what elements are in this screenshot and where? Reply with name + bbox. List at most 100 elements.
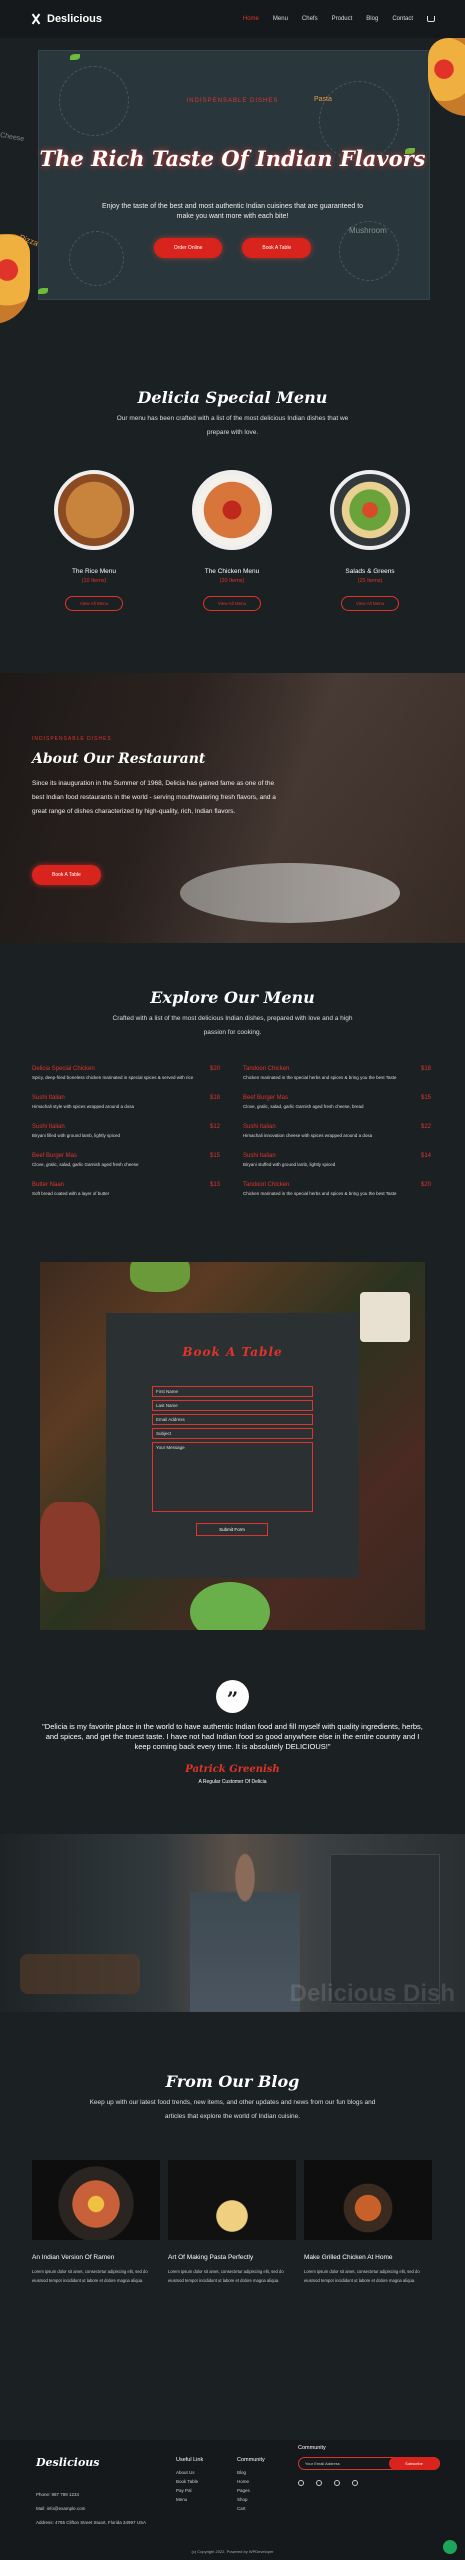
menu-item: Tandoori Chicken $18 Chicken marinated in … <box>243 1066 431 1095</box>
chef-banner: Delicious Dish <box>0 1834 465 2012</box>
dish-name: The Chicken Menu <box>204 568 260 575</box>
nav-product[interactable]: Product <box>332 16 353 22</box>
footer-link[interactable]: Shop <box>237 2497 265 2502</box>
dish-image <box>192 470 272 550</box>
blog-image <box>32 2160 160 2240</box>
main-nav: Home Menu Chefs Product Blog Contact <box>243 16 435 22</box>
menu-item: Delicia Special Chicken $20 Spicy, deep-fr… <box>32 1066 220 1095</box>
subject-input[interactable]: Subject <box>152 1428 313 1439</box>
special-menu-subtitle: Our menu has been crafted with a list of… <box>116 415 349 436</box>
instagram-icon[interactable] <box>316 2480 322 2486</box>
newsletter-email-input[interactable]: Your Email Address Subscribe <box>298 2457 440 2470</box>
dish-count: (25 Items) <box>357 578 383 584</box>
twitter-icon[interactable] <box>334 2480 340 2486</box>
hero-eyebrow: INDISPENSABLE DISHES <box>186 98 279 104</box>
about-text: Since its inauguration in the Summer of … <box>32 780 276 815</box>
footer-link[interactable]: Book Table <box>176 2479 203 2484</box>
order-online-button[interactable]: Order Online <box>153 238 223 258</box>
first-name-input[interactable]: First Name <box>152 1386 313 1397</box>
explore-title: Explore Our Menu <box>150 988 315 1007</box>
footer-link[interactable]: Cart <box>237 2506 265 2511</box>
menu-item-price: $22 <box>420 1124 431 1130</box>
menu-item-name[interactable]: Tandoori Chicken <box>243 1182 289 1188</box>
view-menu-button[interactable]: View All Menu <box>340 596 400 611</box>
footer-link[interactable]: Home <box>237 2479 265 2484</box>
dish-count: (10 Items) <box>81 578 107 584</box>
hero-subtitle: Enjoy the taste of the best and most aut… <box>101 203 364 220</box>
menu-item-price: $20 <box>420 1182 431 1188</box>
menu-item-name[interactable]: Sushi Italian <box>243 1153 276 1159</box>
cart-icon[interactable] <box>427 16 435 22</box>
about-title: About Our Restaurant <box>32 751 206 767</box>
menu-item-description: Clove, gralic, salad, garlic Garnish age… <box>32 1162 139 1167</box>
menu-item-price: $14 <box>420 1153 431 1159</box>
footer-link[interactable]: Blog <box>237 2470 265 2475</box>
about-section: INDISPENSABLE DISHES About Our Restauran… <box>0 673 465 943</box>
hero-actions: Order Online Book A Table <box>0 238 465 258</box>
blog-title: From Our Blog <box>165 2072 300 2091</box>
footer-logo[interactable]: Deslicious <box>36 2456 100 2469</box>
footer-email: Mail: info@example.com <box>36 2506 86 2511</box>
blog-post-title[interactable]: An Indian Version Of Ramen <box>32 2254 160 2261</box>
site-logo[interactable]: Deslicious <box>30 13 102 25</box>
menu-item-name[interactable]: Butter Naan <box>32 1182 64 1188</box>
blog-post-excerpt: Lorem ipsum dolor sit amet, consectetur … <box>304 2269 420 2283</box>
menu-item-name[interactable]: Delicia Special Chicken <box>32 1066 95 1072</box>
hero-title: The Rich Taste Of Indian Flavors <box>39 146 426 171</box>
site-header: Deslicious Home Menu Chefs Product Blog … <box>0 0 465 38</box>
subscribe-button[interactable]: Subscribe <box>389 2457 439 2470</box>
testimonial-name: Patrick Greenish <box>185 1764 280 1775</box>
nav-home[interactable]: Home <box>243 16 259 22</box>
book-table-button[interactable]: Book A Table <box>242 238 312 258</box>
menu-item-description: Himachali style with spices wrapped arou… <box>32 1104 135 1109</box>
menu-item-name[interactable]: Sushi Italian <box>243 1124 276 1130</box>
dish-image <box>330 470 410 550</box>
menu-item-price: $15 <box>420 1095 431 1101</box>
footer-link[interactable]: Pay Pal <box>176 2488 203 2493</box>
menu-item-name[interactable]: Sushi Italian <box>32 1124 65 1130</box>
footer-link[interactable]: Menu <box>176 2497 203 2502</box>
footer-heading: Community <box>237 2457 265 2463</box>
dish-card: The Chicken Menu (20 Items) View All Men… <box>172 470 292 611</box>
menu-item-description: Clove, gralic, salad, garlic Garnish age… <box>243 1104 364 1109</box>
nav-contact[interactable]: Contact <box>392 16 413 22</box>
chat-icon[interactable] <box>443 2540 457 2554</box>
menu-item-name[interactable]: Beef Burger Mas <box>243 1095 288 1101</box>
view-menu-button[interactable]: View All Menu <box>202 596 262 611</box>
chef-image <box>190 1844 300 2012</box>
footer-address: Address: 4765 Clifton Street Stuart, Flo… <box>36 2520 147 2525</box>
menu-item-name[interactable]: Tandoori Chicken <box>243 1066 289 1072</box>
explore-subtitle: Crafted with a list of the most deliciou… <box>112 1015 353 1036</box>
menu-item-name[interactable]: Beef Burger Mas <box>32 1153 77 1159</box>
submit-form-button[interactable]: Submit Form <box>196 1523 268 1536</box>
menu-column-left: Delicia Special Chicken $20 Spicy, deep-fr… <box>32 1066 220 1211</box>
menu-item-name[interactable]: Sushi Italian <box>32 1095 65 1101</box>
blog-card[interactable]: Art Of Making Pasta Perfectly Lorem ipsu… <box>168 2160 296 2285</box>
hero-board: Pasta Mushroom Pizza <box>18 50 430 300</box>
blog-post-title[interactable]: Make Grilled Chicken At Home <box>304 2254 432 2261</box>
blog-card[interactable]: Make Grilled Chicken At Home Lorem ipsum… <box>304 2160 432 2285</box>
nav-blog[interactable]: Blog <box>366 16 378 22</box>
message-textarea[interactable]: Your Message <box>152 1442 313 1512</box>
footer-link[interactable]: About Us <box>176 2470 203 2475</box>
footer-link[interactable]: Pages <box>237 2488 265 2493</box>
cucumber-image <box>190 1582 270 1630</box>
footer-useful-links: Useful Link About Us Book Table Pay Pal … <box>176 2457 203 2506</box>
doodle-label: Mushroom <box>349 226 387 235</box>
dish-count: (20 Items) <box>219 578 245 584</box>
email-input[interactable]: Email Address <box>152 1414 313 1425</box>
blog-post-title[interactable]: Art Of Making Pasta Perfectly <box>168 2254 296 2261</box>
blog-subtitle: Keep up with our latest food trends, new… <box>89 2099 376 2120</box>
nav-menu[interactable]: Menu <box>273 16 288 22</box>
pinterest-icon[interactable] <box>352 2480 358 2486</box>
last-name-input[interactable]: Last Name <box>152 1400 313 1411</box>
menu-item-price: $13 <box>209 1182 220 1188</box>
blog-card[interactable]: An Indian Version Of Ramen Lorem ipsum d… <box>32 2160 160 2285</box>
salad-image <box>130 1262 190 1292</box>
copyright-text: (c) Copyright 2022, Powered by WPDevelop… <box>191 2549 274 2554</box>
view-menu-button[interactable]: View All Menu <box>64 596 124 611</box>
facebook-icon[interactable] <box>298 2480 304 2486</box>
menu-item-description: Spicy, deep-fried boneless chicken marin… <box>32 1075 194 1080</box>
about-book-button[interactable]: Book A Table <box>32 865 101 885</box>
nav-chefs[interactable]: Chefs <box>302 16 318 22</box>
